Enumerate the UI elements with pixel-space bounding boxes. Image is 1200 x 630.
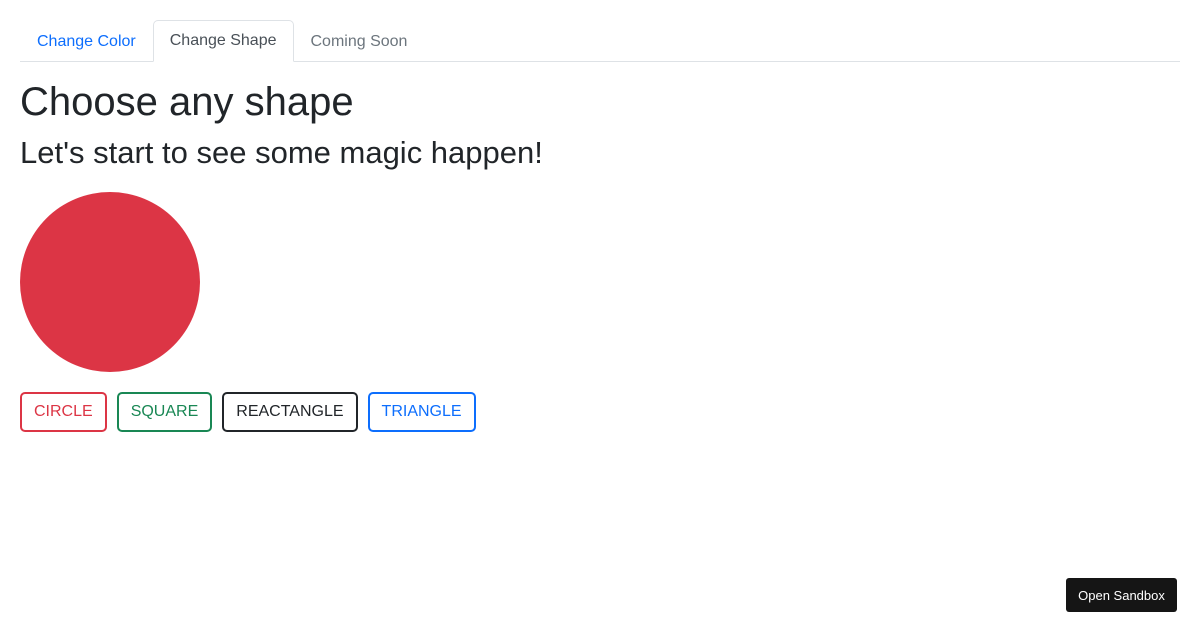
tab-coming-soon: Coming Soon [310,32,408,50]
tab-bar: Change Color Change Shape Coming Soon [20,20,1180,62]
shape-preview [20,192,200,372]
open-sandbox-button[interactable]: Open Sandbox [1066,578,1177,612]
rectangle-button[interactable]: REACTANGLE [222,392,358,432]
square-button[interactable]: SQUARE [116,392,213,432]
tab-change-shape[interactable]: Change Shape [152,20,294,62]
tab-change-color[interactable]: Change Color [20,21,153,62]
page: Change Color Change Shape Coming Soon Ch… [0,0,1200,630]
shape-button-group: CIRCLE SQUARE REACTANGLE TRIANGLE [20,392,476,432]
circle-button[interactable]: CIRCLE [20,392,107,432]
triangle-button[interactable]: TRIANGLE [367,392,476,432]
page-title: Choose any shape [20,80,354,124]
page-subtitle: Let's start to see some magic happen! [20,135,543,170]
